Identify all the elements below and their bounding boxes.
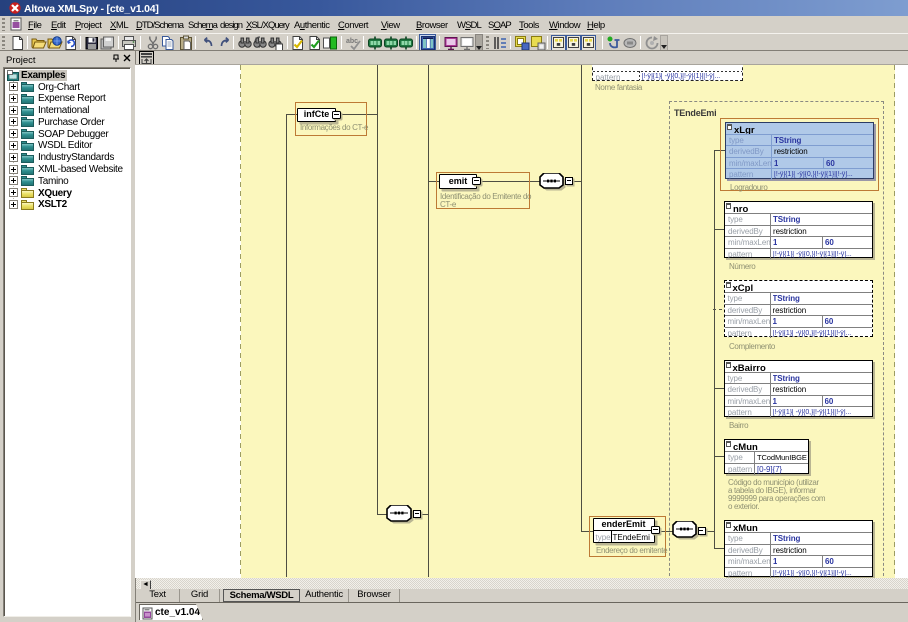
svg-text:abc: abc — [346, 38, 358, 45]
